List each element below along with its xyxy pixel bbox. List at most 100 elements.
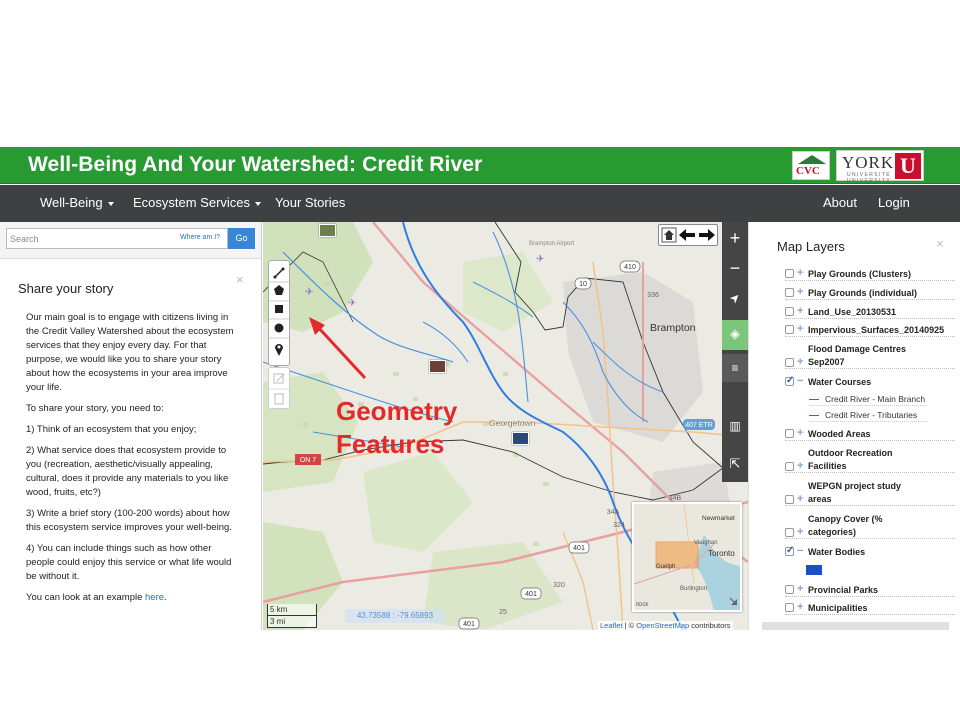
expand-plus-icon[interactable]: + — [797, 493, 803, 505]
expand-plus-icon[interactable]: + — [797, 460, 803, 472]
layer-item[interactable]: + Provincial Parks — [785, 583, 955, 597]
arrow-left-icon[interactable] — [679, 229, 695, 241]
layer-item[interactable]: Flood Damage Centres + Sep2007 — [785, 342, 955, 369]
layer-item[interactable]: + Play Grounds (Clusters) — [785, 267, 955, 281]
layer-checkbox[interactable] — [785, 528, 794, 537]
layer-item[interactable]: Canopy Cover (% + categories) — [785, 512, 955, 539]
fill-swatch-icon — [806, 565, 822, 575]
chart-icon[interactable]: ▥ — [722, 412, 748, 440]
collapse-minus-icon[interactable]: − — [797, 545, 803, 557]
expand-plus-icon[interactable]: + — [797, 286, 803, 298]
layer-checkbox[interactable] — [785, 462, 794, 471]
marker-icon[interactable] — [275, 344, 283, 356]
layer-checkbox[interactable] — [785, 269, 794, 278]
line-swatch-icon — [809, 399, 819, 401]
layer-checkbox[interactable] — [785, 429, 794, 438]
highway-label: 10 — [579, 281, 587, 288]
layer-checkbox[interactable] — [785, 545, 794, 557]
polygon-icon[interactable] — [274, 285, 284, 295]
example-link[interactable]: here — [145, 592, 164, 603]
nav-your-stories[interactable]: Your Stories — [275, 195, 345, 210]
nav-about[interactable]: About — [823, 195, 857, 210]
scale-bar: 5 km 3 mi — [267, 604, 317, 629]
edit-icon[interactable] — [273, 373, 285, 384]
delete-icon[interactable] — [274, 393, 284, 405]
polyline-icon[interactable] — [273, 267, 285, 279]
layer-label: Municipalities — [808, 603, 868, 613]
layer-checkbox[interactable] — [785, 585, 794, 594]
layer-label: Water Bodies — [808, 547, 866, 557]
scale-km: 5 km — [267, 604, 317, 616]
layer-item[interactable]: + Impervious_Surfaces_20140925 — [785, 323, 955, 337]
close-icon[interactable]: × — [236, 272, 244, 287]
expand-plus-icon[interactable]: + — [797, 526, 803, 538]
search-bar: Where am I? Go — [6, 228, 255, 249]
york-logo[interactable]: YORK UNIVERSITÉ UNIVERSITY U — [836, 150, 924, 184]
layer-item[interactable]: + Land_Use_20130531 — [785, 305, 955, 319]
highway-label: 320 — [553, 582, 565, 589]
expand-plus-icon[interactable]: + — [797, 305, 803, 317]
nav-ecosystem-services-label: Ecosystem Services — [133, 195, 251, 210]
layer-item[interactable]: + Municipalities — [785, 601, 955, 615]
draw-toolbar — [268, 260, 290, 366]
line-swatch-icon — [809, 415, 819, 417]
rectangle-icon[interactable] — [275, 305, 283, 313]
go-button[interactable]: Go — [228, 228, 255, 249]
close-icon[interactable]: × — [936, 236, 944, 251]
expand-plus-icon[interactable]: + — [797, 601, 803, 613]
layers-scrollbar[interactable] — [762, 622, 949, 630]
airport-icon: ✈ — [305, 287, 313, 298]
layer-sublabel: Credit River - Main Branch — [825, 394, 926, 404]
arrow-right-icon[interactable] — [699, 229, 715, 241]
expand-plus-icon[interactable]: + — [797, 427, 803, 439]
story-photo-marker[interactable] — [319, 224, 336, 237]
layer-item[interactable]: −Water Bodies — [785, 545, 955, 559]
legend-icon[interactable]: ≡ — [722, 354, 748, 382]
story-paragraph: 3) Write a brief story (100-200 words) a… — [26, 508, 232, 533]
cvc-logo[interactable]: CVC — [792, 151, 830, 180]
layer-item[interactable]: −Water Courses — [785, 375, 955, 389]
layer-checkbox[interactable] — [785, 288, 794, 297]
zoom-in-icon[interactable]: + — [722, 224, 748, 252]
layer-label: Play Grounds (individual) — [808, 288, 918, 298]
layer-item[interactable]: WEPGN project study + areas — [785, 479, 955, 506]
layers-icon[interactable]: ◈ — [722, 320, 748, 350]
expand-plus-icon[interactable]: + — [797, 356, 803, 368]
circle-icon[interactable] — [274, 323, 284, 333]
nav-login[interactable]: Login — [878, 195, 910, 210]
share-story-panel: × Share your story Our main goal is to e… — [0, 258, 261, 630]
layer-checkbox[interactable] — [785, 495, 794, 504]
history-controls — [658, 224, 718, 246]
layer-checkbox[interactable] — [785, 603, 794, 612]
layer-label: WEPGN project study — [808, 481, 902, 491]
where-am-i-link[interactable]: Where am I? — [180, 234, 220, 241]
story-title: Share your story — [18, 281, 114, 296]
expand-plus-icon[interactable]: + — [797, 583, 803, 595]
layer-checkbox[interactable] — [785, 375, 794, 387]
example-suffix: . — [164, 592, 167, 603]
zoom-out-icon[interactable]: − — [722, 254, 748, 282]
leaflet-link[interactable]: Leaflet — [600, 621, 623, 630]
story-photo-marker[interactable] — [512, 432, 529, 445]
story-paragraph: 4) You can include things such as how ot… — [26, 543, 232, 582]
collapse-minus-icon[interactable]: − — [797, 375, 803, 387]
layer-checkbox[interactable] — [785, 325, 794, 334]
layer-sublabel: Credit River - Tributaries — [825, 410, 918, 420]
story-photo-marker[interactable] — [429, 360, 446, 373]
layers-panel: Map Layers × — [748, 222, 960, 630]
minimap[interactable]: Newmarket Vaughan Toronto Guelph Burling… — [632, 502, 742, 612]
nav-ecosystem-services[interactable]: Ecosystem Services — [133, 195, 262, 210]
expand-plus-icon[interactable]: + — [797, 267, 803, 279]
nav-well-being[interactable]: Well-Being — [40, 195, 114, 210]
layer-checkbox[interactable] — [785, 307, 794, 316]
osm-link[interactable]: OpenStreetMap — [636, 621, 689, 630]
layer-checkbox[interactable] — [785, 358, 794, 367]
home-icon[interactable] — [661, 227, 677, 243]
layer-label: categories) — [808, 527, 857, 537]
share-icon[interactable]: ⇱ — [722, 450, 748, 478]
layer-item[interactable]: Outdoor Recreation + Facilities — [785, 446, 955, 473]
layer-item[interactable]: + Play Grounds (individual) — [785, 286, 955, 300]
layer-label: Flood Damage Centres — [808, 344, 907, 354]
layer-item[interactable]: + Wooded Areas — [785, 427, 955, 441]
expand-plus-icon[interactable]: + — [797, 323, 803, 335]
